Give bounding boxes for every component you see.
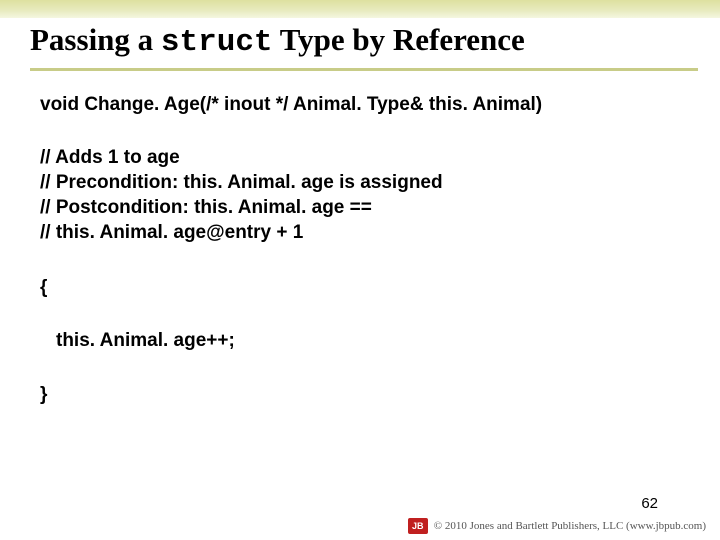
- header-gradient-band: [0, 0, 720, 18]
- page-number: 62: [641, 495, 658, 512]
- slide-content: void Change. Age(/* inout */ Animal. Typ…: [40, 92, 680, 407]
- title-underline: [30, 68, 698, 71]
- footer-credit: JB © 2010 Jones and Bartlett Publishers,…: [408, 518, 706, 534]
- title-prefix: Passing a: [30, 22, 161, 57]
- code-comments: // Adds 1 to age // Precondition: this. …: [40, 145, 680, 245]
- comment-line: // Adds 1 to age: [40, 145, 680, 170]
- title-mono: struct: [161, 25, 273, 60]
- brace-open: {: [40, 275, 680, 300]
- slide-title: Passing a struct Type by Reference: [30, 22, 700, 60]
- comment-line: // Precondition: this. Animal. age is as…: [40, 170, 680, 195]
- code-signature: void Change. Age(/* inout */ Animal. Typ…: [40, 92, 680, 117]
- brace-close: }: [40, 382, 680, 407]
- comment-line: // this. Animal. age@entry + 1: [40, 220, 680, 245]
- comment-line: // Postcondition: this. Animal. age ==: [40, 195, 680, 220]
- title-suffix: Type by Reference: [273, 22, 525, 57]
- copyright-text: © 2010 Jones and Bartlett Publishers, LL…: [434, 520, 706, 532]
- publisher-logo-icon: JB: [408, 518, 428, 534]
- code-body-line: this. Animal. age++;: [56, 328, 680, 353]
